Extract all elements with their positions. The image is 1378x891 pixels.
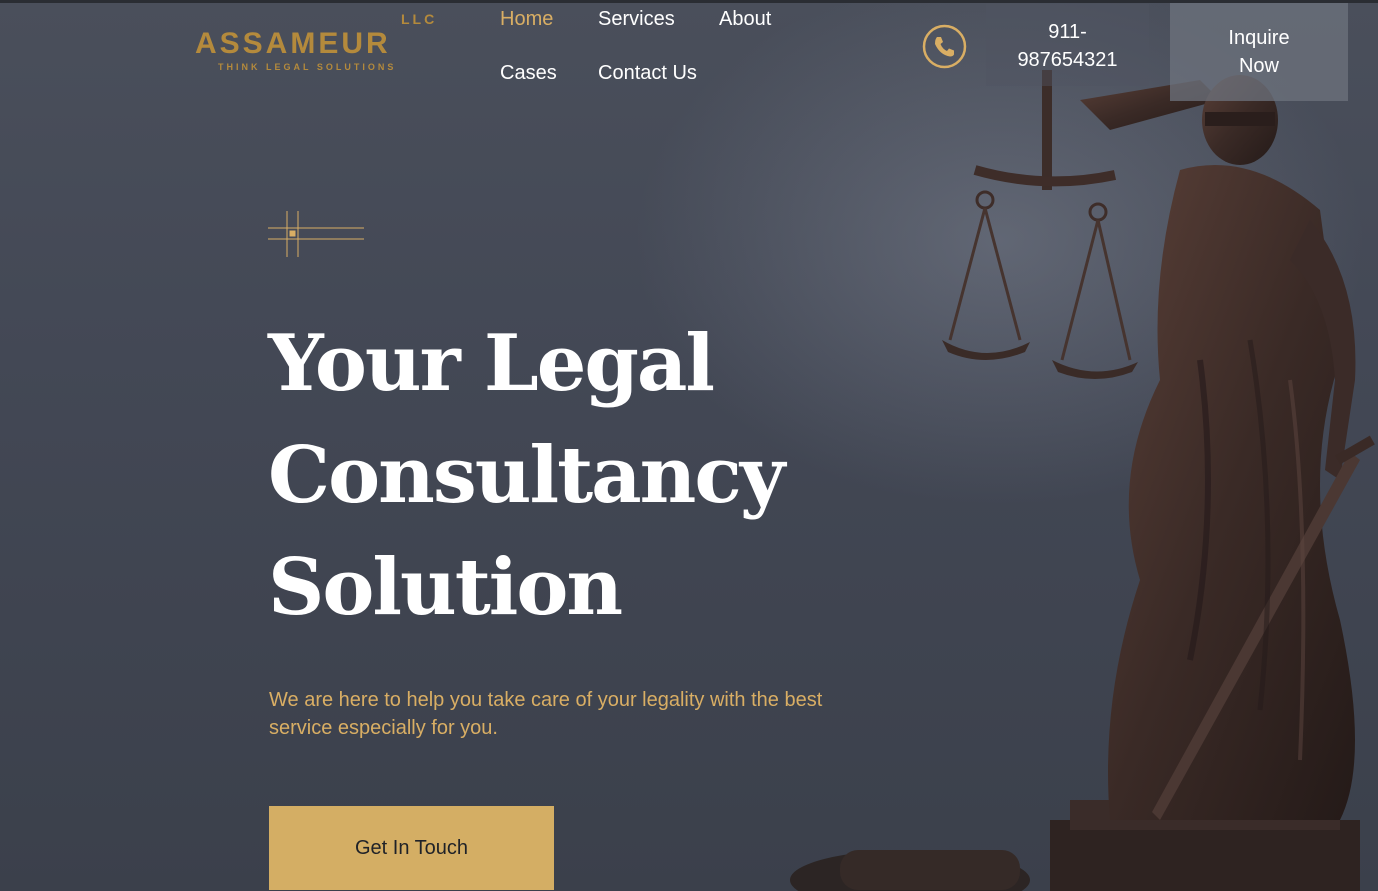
inquire-now-button[interactable]: Inquire Now [1170, 3, 1348, 101]
inquire-now-line2: Now [1238, 55, 1279, 77]
phone-number-line2: 987654321 [1017, 49, 1118, 71]
nav-item-about[interactable]: About [719, 8, 771, 31]
hero-title-line-2: Consultancy [268, 430, 785, 521]
inquire-now-line1: Inquire [1228, 27, 1290, 49]
brand-tagline: THINK LEGAL SOLUTIONS [218, 62, 397, 72]
hero-subtitle: We are here to help you take care of you… [269, 689, 823, 739]
nav-item-services[interactable]: Services [598, 8, 675, 31]
brand-name: ASSAMEUR [195, 27, 391, 60]
nav-item-home[interactable]: Home [500, 8, 553, 31]
crosshair-ornament-icon [268, 211, 364, 257]
lady-justice-statue-image [790, 70, 1375, 891]
hero-title-line-3: Solution [268, 542, 623, 633]
phone-number-line1: 911- [1048, 21, 1087, 43]
nav-item-contact-us[interactable]: Contact Us [598, 62, 697, 85]
nav-item-cases[interactable]: Cases [500, 62, 557, 85]
brand-suffix: LLC [401, 11, 438, 27]
hero-title-line-1: Your Legal [268, 318, 715, 409]
get-in-touch-button[interactable]: Get In Touch [269, 806, 554, 890]
hero-title: Your Legal Consultancy Solution [268, 308, 828, 644]
phone-icon[interactable] [922, 24, 967, 69]
phone-number[interactable]: 911- 987654321 [986, 18, 1149, 74]
